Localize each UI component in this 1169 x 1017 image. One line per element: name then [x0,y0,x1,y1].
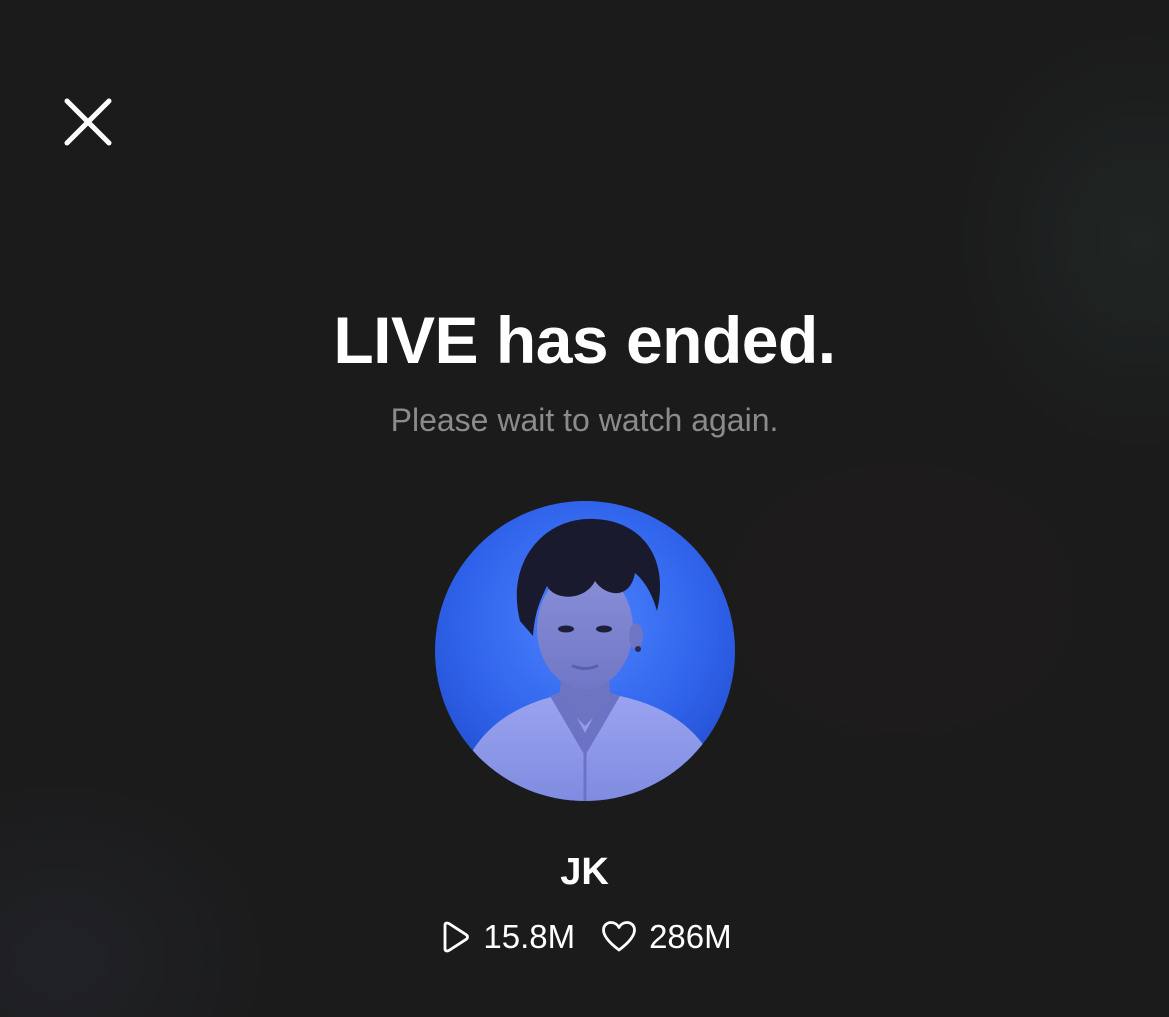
views-stat: 15.8M [437,915,575,959]
heart-icon [602,921,636,952]
page-subtitle: Please wait to watch again. [390,402,779,438]
stats-row: 15.8M 286M [0,915,1169,959]
play-icon [443,921,470,953]
avatar[interactable] [435,501,735,801]
likes-stat: 286M [601,915,732,959]
page-title: LIVE has ended. [333,303,836,377]
likes-count: 286M [649,918,732,955]
avatar-image [435,501,735,801]
views-count: 15.8M [483,918,576,955]
close-button[interactable] [58,92,118,152]
live-ended-screen: LIVE has ended. Please wait to watch aga… [0,0,1169,1017]
close-icon [64,98,112,146]
profile-name: JK [560,851,609,893]
